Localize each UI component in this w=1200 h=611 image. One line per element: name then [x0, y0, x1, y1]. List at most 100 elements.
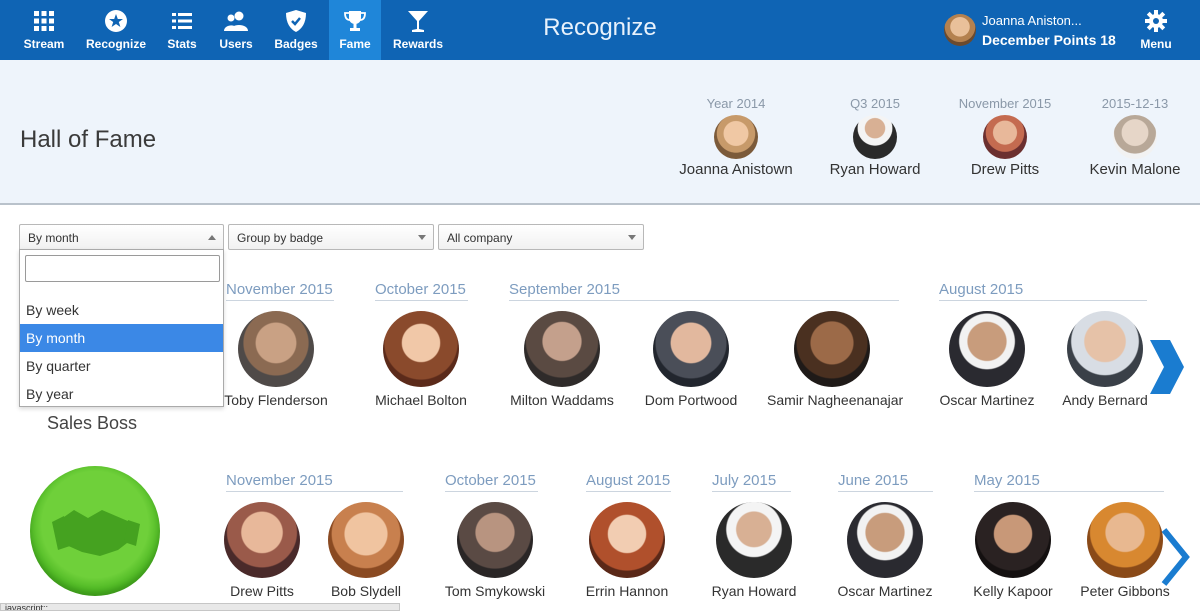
- handshake-badge-icon[interactable]: [30, 466, 160, 596]
- group-label: July 2015: [712, 472, 791, 492]
- winner-name: Drew Pitts: [970, 161, 1040, 178]
- grid-icon: [34, 11, 54, 31]
- user-name[interactable]: Joanna Aniston...: [982, 13, 1082, 28]
- avatar: [853, 115, 897, 159]
- option-by-year[interactable]: By year: [20, 380, 223, 408]
- grouping-select-value: Group by badge: [237, 231, 324, 245]
- winner-name: Joanna Anistown: [679, 161, 793, 178]
- chevron-down-icon: [628, 235, 636, 240]
- person-name: Dom Portwood: [644, 392, 738, 408]
- nav-label: Stream: [23, 37, 65, 51]
- avatar: [714, 115, 758, 159]
- person-name: Tom Smykowski: [444, 583, 546, 599]
- list-icon: [172, 13, 192, 29]
- avatar: [589, 502, 665, 578]
- person-name: Oscar Martinez: [837, 583, 933, 599]
- group-label: October 2015: [375, 281, 468, 301]
- person-card[interactable]: Tom Smykowski: [430, 502, 560, 599]
- avatar: [794, 311, 870, 387]
- grouping-select[interactable]: Group by badge: [228, 224, 434, 250]
- person-card[interactable]: Dom Portwood: [626, 311, 756, 408]
- person-name: Oscar Martinez: [939, 392, 1035, 408]
- top-winner[interactable]: Q3 2015 Ryan Howard: [800, 96, 950, 178]
- nav-users[interactable]: Users: [214, 0, 258, 60]
- nav-label: Recognize: [85, 37, 146, 51]
- scope-select[interactable]: All company: [438, 224, 644, 250]
- winner-period: Q3 2015: [850, 96, 900, 111]
- avatar: [383, 311, 459, 387]
- top-winner[interactable]: 2015-12-13 Kevin Malone: [1060, 96, 1200, 178]
- chevron-down-icon: [418, 235, 426, 240]
- top-nav: Stream Recognize Stats Users Badges Fame…: [0, 0, 1200, 60]
- hall-of-fame-banner: Hall of Fame Year 2014 Joanna Anistown Q…: [0, 60, 1200, 205]
- handshake-icon: [52, 510, 140, 556]
- avatar: [716, 502, 792, 578]
- page-title: Hall of Fame: [20, 126, 157, 153]
- group-label: October 2015: [445, 472, 538, 492]
- person-card[interactable]: Michael Bolton: [356, 311, 486, 408]
- option-by-month[interactable]: By month: [20, 324, 223, 352]
- group-label: August 2015: [939, 281, 1147, 301]
- user-points: December Points 18: [982, 32, 1116, 48]
- avatar: [224, 502, 300, 578]
- nav-badges[interactable]: Badges: [270, 0, 322, 60]
- person-card[interactable]: Oscar Martinez: [922, 311, 1052, 408]
- winner-name: Kevin Malone: [1089, 161, 1181, 178]
- avatar: [1087, 502, 1163, 578]
- option-by-quarter[interactable]: By quarter: [20, 352, 223, 380]
- avatar: [949, 311, 1025, 387]
- brand-title: Recognize: [543, 14, 657, 41]
- person-card[interactable]: Oscar Martinez: [820, 502, 950, 599]
- avatar: [457, 502, 533, 578]
- period-select-value: By month: [28, 231, 79, 245]
- menu-label: Menu: [1140, 37, 1172, 51]
- person-card[interactable]: Milton Waddams: [497, 311, 627, 408]
- star-circle-icon: [105, 10, 127, 32]
- avatar: [975, 502, 1051, 578]
- dropdown-search-input[interactable]: [25, 255, 220, 282]
- group-label: May 2015: [974, 472, 1164, 492]
- next-arrow-icon[interactable]: [1160, 528, 1190, 586]
- group-label: September 2015: [509, 281, 899, 301]
- nav-label: Stats: [167, 37, 197, 51]
- users-icon: [224, 11, 248, 31]
- next-arrow-icon[interactable]: [1146, 338, 1186, 396]
- nav-label: Rewards: [392, 37, 444, 51]
- person-card[interactable]: Ryan Howard: [689, 502, 819, 599]
- top-winner[interactable]: November 2015 Drew Pitts: [930, 96, 1080, 178]
- avatar: [524, 311, 600, 387]
- option-by-week[interactable]: By week: [20, 296, 223, 324]
- avatar: [1067, 311, 1143, 387]
- nav-label: Badges: [274, 37, 318, 51]
- top-winner[interactable]: Year 2014 Joanna Anistown: [661, 96, 811, 178]
- nav-stream[interactable]: Stream: [18, 0, 70, 60]
- person-card[interactable]: Errin Hannon: [562, 502, 692, 599]
- person-card[interactable]: Bob Slydell: [301, 502, 431, 599]
- scope-select-value: All company: [447, 231, 513, 245]
- avatar: [1113, 115, 1157, 159]
- person-name: Kelly Kapoor: [973, 583, 1053, 599]
- avatar[interactable]: [944, 14, 976, 46]
- person-name: Michael Bolton: [375, 392, 467, 408]
- person-name: Ryan Howard: [711, 583, 797, 599]
- trophy-icon: [344, 11, 366, 31]
- group-label: November 2015: [226, 281, 334, 301]
- menu-button[interactable]: Menu: [1130, 0, 1182, 60]
- person-card[interactable]: Samir Nagheenanajar: [767, 311, 904, 408]
- chevron-up-icon: [208, 235, 216, 240]
- person-name: Samir Nagheenanajar: [767, 392, 904, 408]
- winner-name: Ryan Howard: [829, 161, 921, 178]
- person-name: Toby Flenderson: [224, 392, 328, 408]
- nav-recognize[interactable]: Recognize: [84, 0, 148, 60]
- winner-period: 2015-12-13: [1101, 96, 1169, 111]
- period-select[interactable]: By month: [19, 224, 224, 250]
- period-dropdown: By week By month By quarter By year: [19, 249, 224, 407]
- winner-period: November 2015: [958, 96, 1052, 111]
- nav-rewards[interactable]: Rewards: [392, 0, 444, 60]
- avatar: [238, 311, 314, 387]
- person-card[interactable]: Kelly Kapoor: [948, 502, 1078, 599]
- nav-stats[interactable]: Stats: [160, 0, 204, 60]
- group-label: August 2015: [586, 472, 671, 492]
- nav-fame[interactable]: Fame: [329, 0, 381, 60]
- person-card[interactable]: Toby Flenderson: [211, 311, 341, 408]
